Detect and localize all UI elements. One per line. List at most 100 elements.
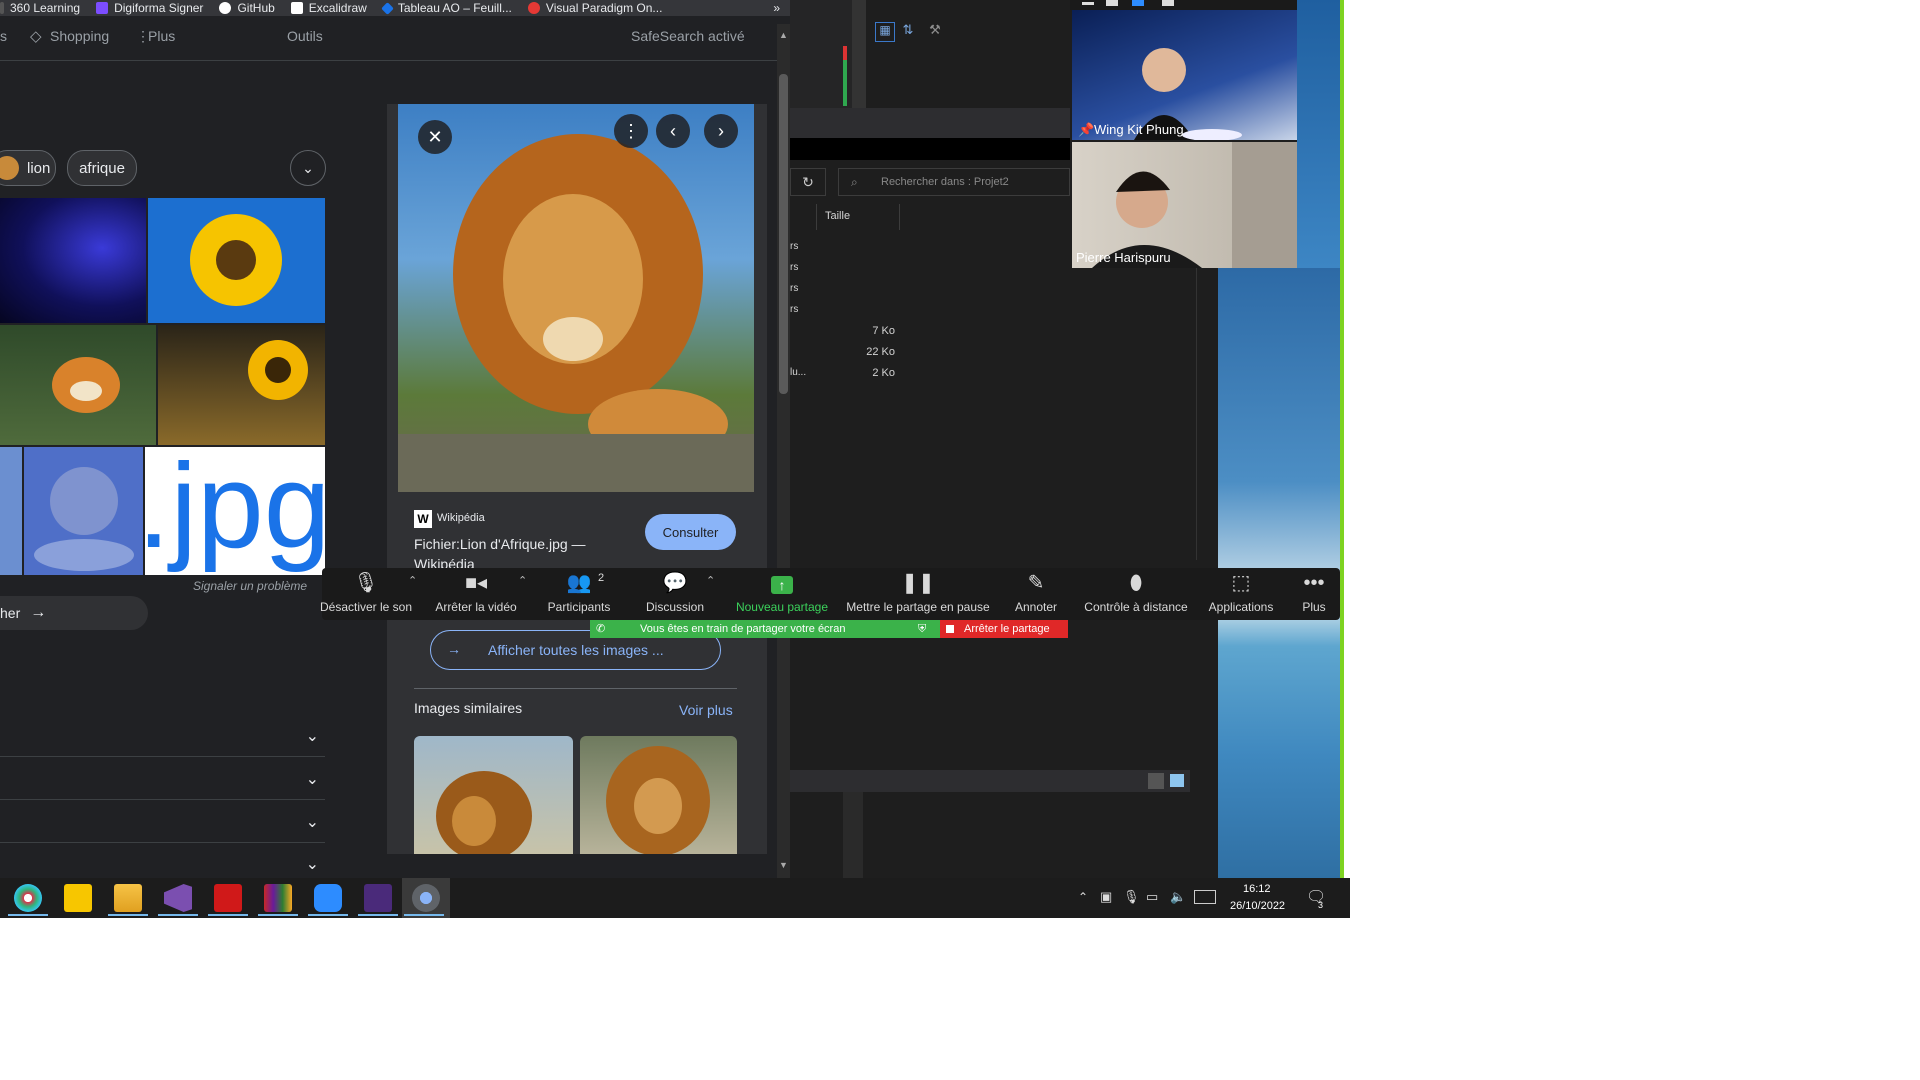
image-result[interactable] [24, 447, 143, 575]
image-preview-panel: ✕ ⋮ ‹ › W Wikipédia Fichier:Lion d'Afriq… [387, 104, 767, 854]
file-row-name[interactable]: rs [790, 283, 798, 294]
chip-lion[interactable]: lion [0, 150, 56, 186]
bookmark-visual-paradigm[interactable]: Visual Paradigm On... [527, 1, 662, 15]
scrollbar-thumb[interactable] [779, 74, 788, 394]
ide-scrollbar[interactable] [852, 0, 866, 108]
details-view-icon[interactable] [1148, 773, 1164, 789]
scroll-down-arrow-icon[interactable]: ▼ [779, 860, 788, 870]
search-more-label: her [0, 605, 21, 621]
clock-time[interactable]: 16:12 [1243, 883, 1271, 895]
ide-scrollbar[interactable] [843, 792, 863, 878]
bookmark-github[interactable]: GitHub [219, 1, 275, 15]
terminal-icon[interactable] [364, 884, 392, 912]
winrar-icon[interactable] [264, 884, 292, 912]
bookmarks-overflow-button[interactable]: » [773, 1, 780, 15]
report-problem-link[interactable]: Signaler un problème [193, 579, 307, 593]
see-more-link[interactable]: Voir plus [679, 702, 733, 718]
remote-control-button[interactable]: ⬮ Contrôle à distance [1084, 568, 1188, 620]
keyboard-icon[interactable] [1194, 890, 1216, 904]
close-icon[interactable]: ✕ [418, 120, 452, 154]
video-camera-icon: ■◂ [464, 572, 488, 594]
chevron-down-icon: ⌄ [305, 814, 319, 831]
more-vert-icon[interactable]: ⋮ [614, 114, 648, 148]
active-taskbar-item[interactable] [402, 878, 450, 918]
bookmark-360-learning[interactable]: 360 Learning [0, 1, 80, 15]
bookmark-tableau[interactable]: Tableau AO – Feuill... [380, 1, 512, 15]
image-result[interactable] [0, 325, 156, 445]
large-icons-view-icon[interactable] [1170, 774, 1184, 787]
search-more-button[interactable]: her → [0, 596, 148, 630]
scroll-up-arrow-icon[interactable]: ▲ [779, 30, 788, 40]
page-scrollbar[interactable]: ▲ ▼ [777, 24, 790, 878]
stop-share-button[interactable]: Arrêter le partage [940, 620, 1068, 638]
accordion-row[interactable]: ⌄ [0, 757, 325, 800]
bookmark-excalidraw[interactable]: Excalidraw [290, 1, 367, 15]
more-button[interactable]: ••• Plus [1294, 568, 1334, 620]
solution-view-icon[interactable]: ▦ [875, 22, 895, 42]
wrench-icon[interactable]: ⚒ [925, 22, 945, 42]
sticky-notes-icon[interactable] [64, 884, 92, 912]
file-row-name[interactable]: lu... [790, 367, 806, 378]
new-share-button[interactable]: ↑ Nouveau partage [732, 568, 832, 620]
participant-video[interactable]: Pierre Harispuru [1072, 142, 1297, 268]
chip-thumbnail [0, 156, 19, 180]
chevron-up-icon[interactable]: ⌃ [408, 574, 417, 587]
accordion-row[interactable]: ⌄ [0, 846, 325, 878]
chevron-up-icon[interactable]: ⌃ [706, 574, 715, 587]
acrobat-icon[interactable] [214, 884, 242, 912]
annotate-button[interactable]: ✎ Annoter [1006, 568, 1066, 620]
view-icon[interactable] [1106, 0, 1118, 6]
nav-shopping[interactable]: Shopping [50, 28, 109, 44]
file-row-name[interactable]: rs [790, 304, 798, 315]
safesearch-status[interactable]: SafeSearch activé [631, 28, 745, 44]
notifications-icon[interactable]: 🗨 [1306, 887, 1326, 907]
accordion-row[interactable]: ⌄ [0, 800, 325, 843]
refresh-icon[interactable]: ↻ [790, 168, 826, 196]
image-result[interactable] [158, 325, 325, 445]
slack-icon[interactable] [14, 884, 42, 912]
file-row-name[interactable]: rs [790, 262, 798, 273]
image-result[interactable] [148, 198, 325, 323]
image-result[interactable] [0, 447, 22, 575]
network-icon[interactable]: ▭ [1146, 889, 1158, 905]
accordion-row[interactable]: ⌄ [0, 714, 325, 757]
file-explorer-icon[interactable] [114, 884, 142, 912]
pause-share-button[interactable]: ❚❚ Mettre le partage en pause [846, 568, 990, 620]
visit-button[interactable]: Consulter [645, 514, 736, 550]
volume-icon[interactable]: 🔈 [1170, 889, 1186, 905]
battery-icon[interactable]: ▣ [1100, 889, 1112, 905]
speaker-view-icon[interactable] [1132, 0, 1144, 6]
visual-studio-icon[interactable] [164, 884, 192, 912]
stop-video-button[interactable]: ■◂ Arrêter la vidéo [435, 568, 516, 620]
sunflower-image [190, 214, 282, 306]
share-screen-icon: ↑ [771, 576, 793, 594]
chevron-down-icon[interactable]: ⌄ [290, 150, 326, 186]
similar-image[interactable] [414, 736, 573, 854]
participant-video[interactable]: 📌 Wing Kit Phung [1072, 10, 1297, 140]
bookmark-digiforma[interactable]: Digiforma Signer [96, 1, 203, 15]
zoom-icon[interactable] [314, 884, 342, 912]
explorer-search-input[interactable]: ⌕ Rechercher dans : Projet2 [838, 168, 1070, 196]
image-result[interactable] [0, 198, 146, 323]
similar-image[interactable] [580, 736, 737, 854]
image-result[interactable]: .jpg [145, 447, 325, 575]
chevron-right-icon[interactable]: › [704, 114, 738, 148]
nav-tools[interactable]: Outils [287, 28, 323, 44]
chat-button[interactable]: 💬 Discussion [640, 568, 710, 620]
column-header-size[interactable]: Taille [825, 210, 850, 222]
minimize-icon[interactable] [1082, 2, 1094, 5]
chevron-up-icon[interactable]: ⌃ [1078, 890, 1088, 904]
gallery-view-icon[interactable] [1162, 0, 1174, 6]
chevron-left-icon[interactable]: ‹ [656, 114, 690, 148]
nav-more[interactable]: Plus [148, 28, 175, 44]
lion-preview-image[interactable]: ✕ ⋮ ‹ › [398, 104, 754, 492]
microphone-icon[interactable]: 🎙 [1123, 889, 1140, 905]
mute-button[interactable]: 🎙 Désactiver le son [320, 568, 412, 620]
chevron-up-icon[interactable]: ⌃ [518, 574, 527, 587]
clock-date[interactable]: 26/10/2022 [1230, 900, 1285, 912]
explorer-status-bar [790, 770, 1190, 792]
file-row-name[interactable]: rs [790, 241, 798, 252]
apps-button[interactable]: ⬚ Applications [1198, 568, 1284, 620]
sort-icon[interactable]: ⇅ [898, 22, 918, 42]
chip-afrique[interactable]: afrique [67, 150, 137, 186]
